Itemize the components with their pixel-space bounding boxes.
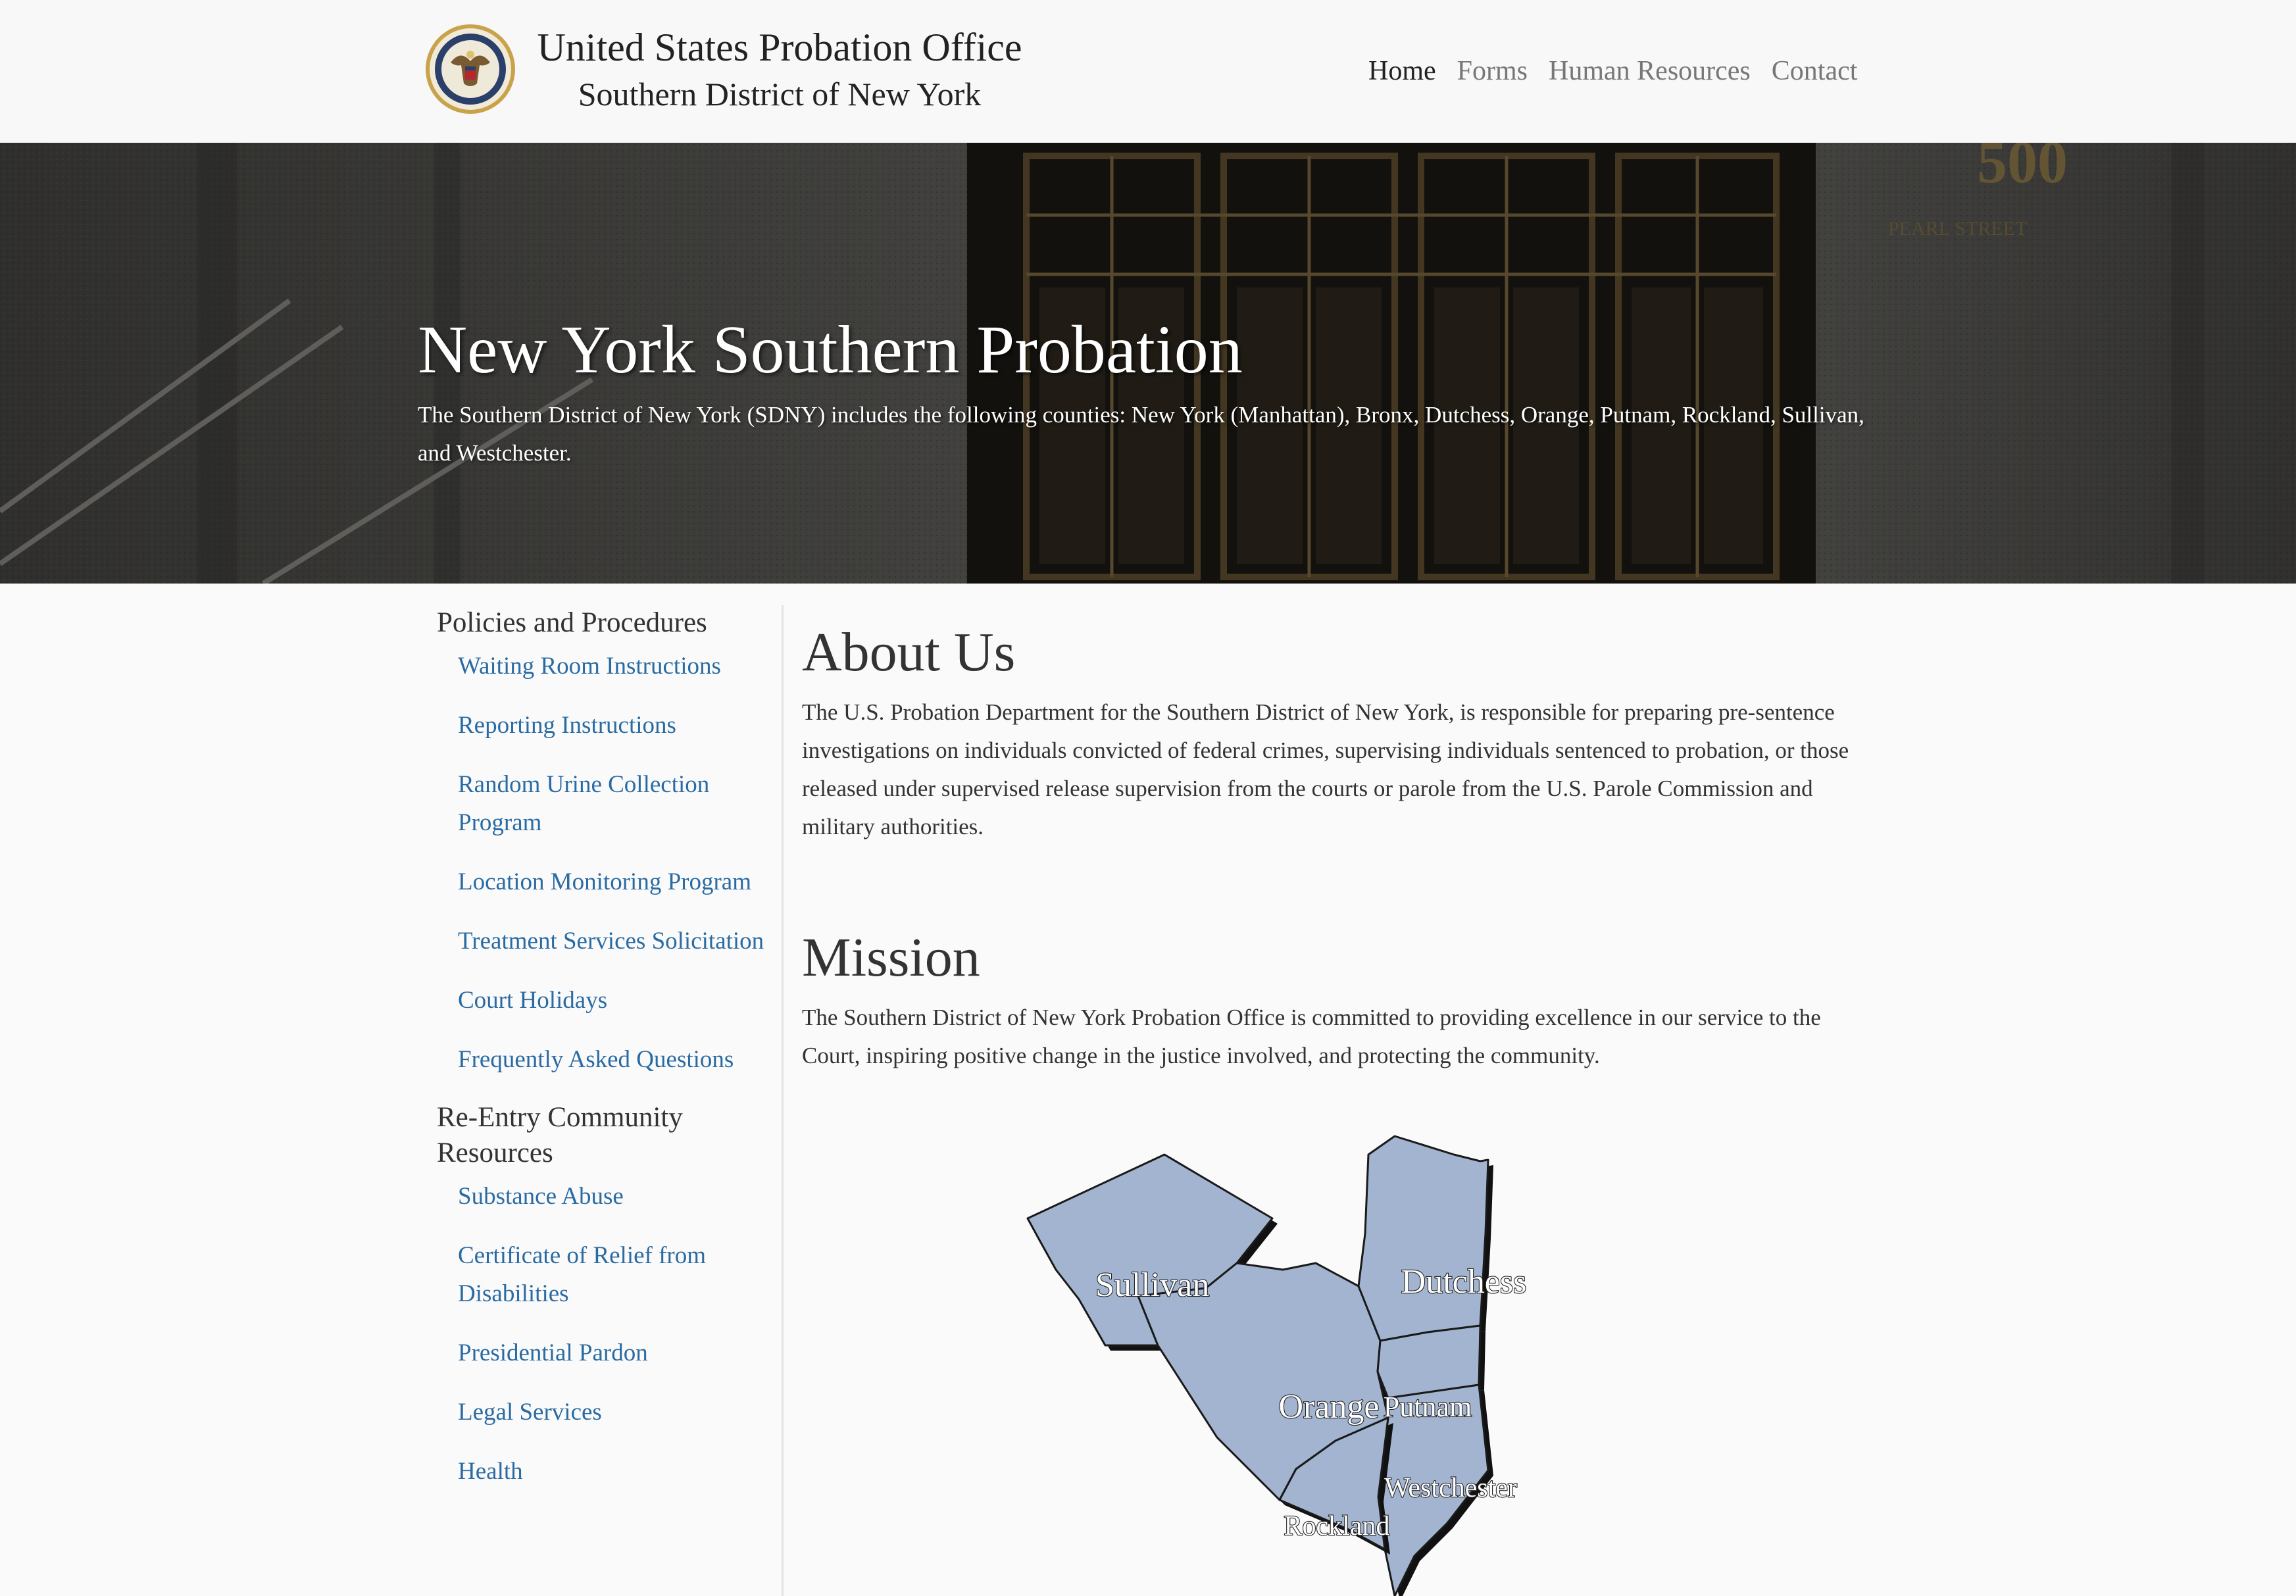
site-title-line2: Southern District of New York bbox=[578, 76, 982, 112]
sidebar-link-presidential-pardon[interactable]: Presidential Pardon bbox=[458, 1334, 780, 1372]
sidebar-link-certificate-relief[interactable]: Certificate of Relief from Disabilities bbox=[458, 1237, 780, 1313]
map-label-orange: Orange bbox=[1278, 1388, 1379, 1426]
county-map: Sullivan Dutchess Orange Putnam Westches… bbox=[1020, 1128, 1645, 1596]
sidebar-heading-reentry: Re-Entry Community Resources bbox=[437, 1102, 683, 1168]
sidebar-divider bbox=[782, 605, 784, 1596]
sidebar-link-reporting[interactable]: Reporting Instructions bbox=[458, 707, 780, 745]
map-county-dutchess bbox=[1357, 1135, 1489, 1342]
map-label-rockland: Rockland bbox=[1284, 1511, 1390, 1541]
sidebar-link-treatment-services[interactable]: Treatment Services Solicitation bbox=[458, 922, 780, 960]
main-content: About Us The U.S. Probation Department f… bbox=[802, 618, 1855, 1075]
site-title[interactable]: United States Probation Office Southern … bbox=[536, 22, 1023, 116]
main-nav: Home Forms Human Resources Contact bbox=[1368, 50, 1878, 92]
us-seal-logo[interactable] bbox=[424, 23, 516, 115]
nav-home[interactable]: Home bbox=[1368, 50, 1436, 92]
sidebar-link-waiting-room[interactable]: Waiting Room Instructions bbox=[458, 647, 780, 686]
map-label-dutchess: Dutchess bbox=[1401, 1263, 1527, 1301]
mission-heading: Mission bbox=[802, 927, 980, 988]
sidebar-link-health[interactable]: Health bbox=[458, 1453, 780, 1491]
sidebar-nav: Policies and Procedures Waiting Room Ins… bbox=[421, 605, 780, 1512]
map-label-westchester: Westchester bbox=[1384, 1473, 1517, 1503]
sidebar-link-court-holidays[interactable]: Court Holidays bbox=[458, 982, 780, 1020]
sdny-county-map: Sullivan Dutchess Orange Putnam Westches… bbox=[1026, 1135, 1527, 1596]
site-header: United States Probation Office Southern … bbox=[0, 0, 2296, 143]
sidebar-link-substance-abuse[interactable]: Substance Abuse bbox=[458, 1178, 780, 1216]
sidebar-heading-policies: Policies and Procedures bbox=[437, 607, 707, 638]
hero-subtitle: The Southern District of New York (SDNY)… bbox=[418, 402, 1864, 466]
about-text: The U.S. Probation Department for the So… bbox=[802, 699, 1849, 839]
hero-title: New York Southern Probation bbox=[418, 312, 1243, 387]
mission-text: The Southern District of New York Probat… bbox=[802, 1005, 1821, 1068]
sidebar-link-faq[interactable]: Frequently Asked Questions bbox=[458, 1041, 780, 1079]
map-label-sullivan: Sullivan bbox=[1095, 1266, 1209, 1304]
sidebar-link-urine-collection[interactable]: Random Urine Collection Program bbox=[458, 766, 780, 842]
sidebar-link-legal-services[interactable]: Legal Services bbox=[458, 1393, 780, 1432]
nav-forms[interactable]: Forms bbox=[1457, 50, 1528, 92]
about-heading: About Us bbox=[802, 622, 1016, 683]
nav-contact[interactable]: Contact bbox=[1772, 50, 1858, 92]
site-title-line1: United States Probation Office bbox=[537, 26, 1022, 69]
sidebar-link-location-monitoring[interactable]: Location Monitoring Program bbox=[458, 863, 780, 901]
hero-banner: 500 PEARL STREET New York Southern Proba… bbox=[0, 143, 2296, 584]
map-label-putnam: Putnam bbox=[1384, 1391, 1472, 1423]
nav-human-resources[interactable]: Human Resources bbox=[1549, 50, 1751, 92]
